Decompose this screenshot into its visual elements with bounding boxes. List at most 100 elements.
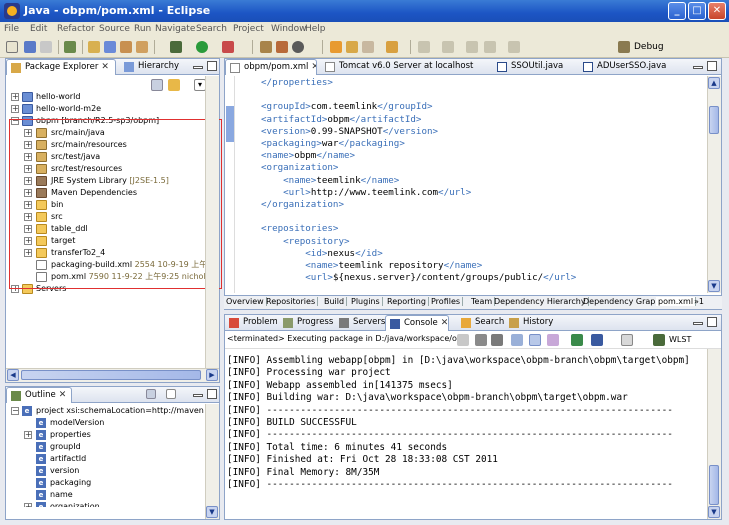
next-annotation-icon[interactable] [418,41,430,53]
tree-item-hello-world[interactable]: + hello-world [6,91,219,103]
tab-pom-xml-source[interactable]: pom.xml [656,297,697,306]
package-icon[interactable] [120,41,132,53]
tab-outline[interactable]: Outline ✕ [6,387,72,403]
pin-console-icon[interactable] [571,334,583,346]
tab-overview[interactable]: Overview [224,297,267,306]
prev-annotation-icon[interactable] [442,41,454,53]
editor-text[interactable]: </properties> <groupId>com.teemlink</gro… [261,77,705,293]
pen-icon[interactable] [362,41,374,53]
outline-item[interactable]: e packaging [6,477,219,489]
menu-search[interactable]: Search [196,24,227,34]
web-icon[interactable] [330,41,342,53]
menu-help[interactable]: Help [305,24,326,34]
scroll-lock-icon[interactable] [529,334,541,346]
menu-edit[interactable]: Edit [30,24,47,34]
package-explorer-hscroll[interactable]: ◀ ▶ [6,368,219,382]
package-explorer-vscroll[interactable] [205,76,219,368]
tab-profiles[interactable]: Profiles [429,297,464,306]
tab-package-explorer[interactable]: Package Explorer ✕ [6,59,116,75]
globe-icon[interactable] [386,41,398,53]
outline-item[interactable]: e artifactId [6,453,219,465]
maximize-view-icon[interactable] [707,61,717,71]
close-button[interactable]: ✕ [708,2,726,20]
save-icon[interactable] [24,41,36,53]
tab-dependency-hierarchy[interactable]: Dependency Hierarchy [492,297,589,306]
print-icon[interactable] [40,41,52,53]
new-java-icon[interactable] [104,41,116,53]
tab-servers[interactable]: Servers [335,315,385,331]
maximize-view-icon[interactable] [707,317,717,327]
tab-progress[interactable]: Progress [279,315,335,331]
outline-vscroll[interactable]: ▼ [205,404,219,519]
tab-plugins[interactable]: Plugins [349,297,383,306]
outline-item-project[interactable]: − e project xsi:schemaLocation=http://mav… [6,405,219,417]
remove-all-icon[interactable] [491,334,503,346]
menu-navigate[interactable]: Navigate [155,24,195,34]
tab-search[interactable]: Search [457,315,505,331]
build-icon[interactable] [64,41,76,53]
tree-item-hello-world-m2e[interactable]: + hello-world-m2e [6,103,219,115]
server-icon[interactable] [292,41,304,53]
terminate-icon[interactable] [457,334,469,346]
open-type-icon[interactable] [88,41,100,53]
display-console-icon[interactable] [591,334,603,346]
maximize-view-icon[interactable] [207,61,217,71]
outline-item[interactable]: + e properties [6,429,219,441]
menu-refactor[interactable]: Refactor [57,24,95,34]
outline-item[interactable]: + e organization [6,501,219,507]
clear-console-icon[interactable] [511,334,523,346]
external-tools-icon[interactable] [222,41,234,53]
minimize-view-icon[interactable] [693,66,703,69]
maximize-button[interactable]: □ [688,2,706,20]
minimize-view-icon[interactable] [193,66,203,69]
menu-run[interactable]: Run [134,24,151,34]
tab-reporting[interactable]: Reporting [385,297,429,306]
open-task-icon[interactable] [260,41,272,53]
open-icon[interactable] [346,41,358,53]
menu-project[interactable]: Project [233,24,264,34]
console-output[interactable]: [INFO] Assembling webapp[obpm] in [D:\ja… [227,355,705,519]
minimize-view-icon[interactable] [193,394,203,397]
outline-item[interactable]: e groupId [6,441,219,453]
menu-source[interactable]: Source [99,24,130,34]
outline-item[interactable]: e modelVersion [6,417,219,429]
wlst-icon[interactable] [653,334,665,346]
tab-build[interactable]: Build [322,297,348,306]
tab-hierarchy[interactable]: Hierarchy [120,59,190,75]
collapse-all-icon[interactable] [151,79,163,91]
tab-repositories[interactable]: Repositories [264,297,319,306]
console-vscroll[interactable]: ▼ [707,349,721,519]
menu-window[interactable]: Window [271,24,307,34]
show-console-icon[interactable] [547,334,559,346]
new-icon[interactable] [6,41,18,53]
tab-pom-xml[interactable]: obpm/pom.xml✕ [225,59,317,75]
minimize-button[interactable]: _ [668,2,686,20]
last-edit-icon[interactable] [466,41,478,53]
tab-tomcat-server[interactable]: Tomcat v6.0 Server at localhost [321,59,491,75]
run-icon[interactable] [196,41,208,53]
tab-problems[interactable]: Problems [225,315,277,331]
outline-item[interactable]: e name [6,489,219,501]
forward-icon[interactable] [508,41,520,53]
tab-dependency-graph[interactable]: Dependency Graph [581,297,664,306]
remove-launch-icon[interactable] [475,334,487,346]
link-with-editor-icon[interactable] [168,79,180,91]
menu-file[interactable]: File [4,24,19,34]
tab-overflow[interactable]: »1 [692,297,706,306]
bookmark-icon[interactable] [276,41,288,53]
minimize-view-icon[interactable] [693,322,703,325]
tab-ssoutil-java[interactable]: SSOUtil.java [493,59,575,75]
class-icon[interactable] [136,41,148,53]
tab-history[interactable]: History [505,315,555,331]
outline-item[interactable]: e version [6,465,219,477]
tab-console[interactable]: Console ✕ [385,315,449,331]
perspective-switcher[interactable]: Debug [614,40,724,55]
editor-vscroll[interactable]: ▲ ▼ [707,76,721,293]
back-icon[interactable] [484,41,496,53]
view-menu-icon[interactable] [166,389,176,399]
tab-adusersso-java[interactable]: ADUserSSO.java [579,59,675,75]
collapse-icon[interactable] [146,389,156,399]
maximize-view-icon[interactable] [207,389,217,399]
wlst-label[interactable]: WLST [669,335,691,344]
debug-icon[interactable] [170,41,182,53]
